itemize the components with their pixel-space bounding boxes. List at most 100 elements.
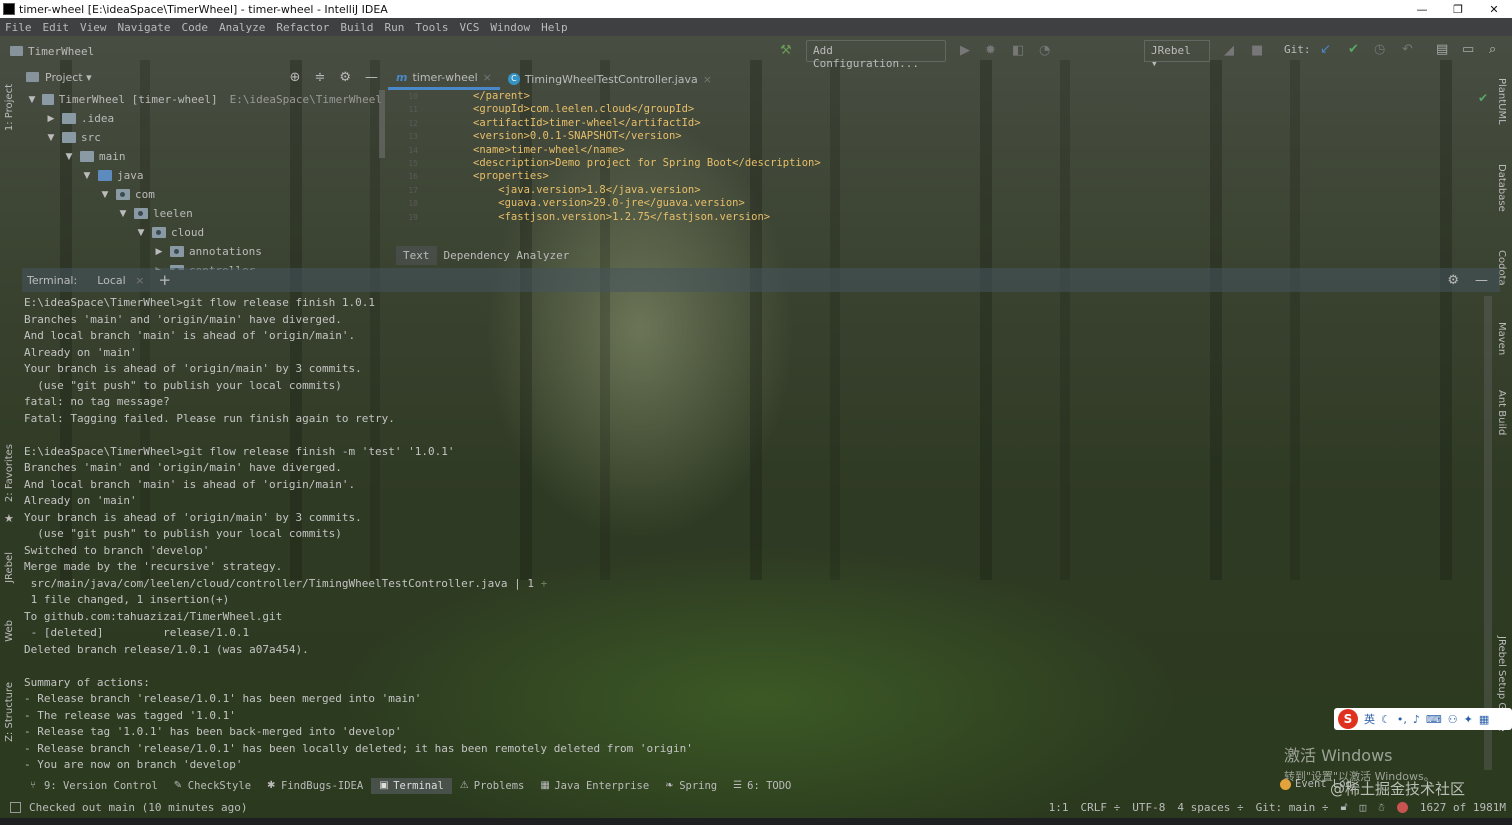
minimize-button[interactable]: —: [1404, 3, 1440, 16]
toolwindow-9-version-control[interactable]: ⑂ 9: Version Control: [22, 778, 166, 794]
inspector-icon[interactable]: ☃: [1378, 801, 1385, 814]
tab-timingwheel-controller[interactable]: C TimingWheelTestController.java ×: [500, 68, 720, 90]
event-log-button[interactable]: Event Log: [1280, 778, 1352, 790]
right-tool-ant-build[interactable]: Ant Build: [1496, 390, 1507, 435]
grid-menu-icon[interactable]: ▦: [1479, 713, 1489, 726]
left-tool-project[interactable]: 1: Project: [4, 84, 15, 131]
tree-item[interactable]: ▼ leelen: [22, 204, 382, 223]
jrebel-run-icon[interactable]: ◢: [1224, 43, 1234, 58]
toolwindow-java-enterprise[interactable]: ▦ Java Enterprise: [532, 778, 657, 794]
toolwindow-terminal[interactable]: ▣ Terminal: [371, 778, 452, 794]
code-line[interactable]: 10 </parent>: [390, 90, 1490, 103]
project-view-dropdown[interactable]: Project ▾: [45, 71, 92, 84]
expanded-arrow-icon[interactable]: ▼: [98, 190, 112, 200]
add-configuration-button[interactable]: Add Configuration...: [806, 40, 946, 70]
file-encoding[interactable]: UTF-8: [1132, 801, 1165, 814]
tree-item[interactable]: ▼ java: [22, 166, 382, 185]
git-commit-icon[interactable]: ✔: [1348, 42, 1359, 57]
code-line[interactable]: 14 <name>timer-wheel</name>: [390, 144, 1490, 157]
indent-setting[interactable]: 4 spaces ÷: [1177, 801, 1243, 814]
menu-vcs[interactable]: VCS: [454, 21, 485, 34]
menu-analyze[interactable]: Analyze: [214, 21, 271, 34]
toolwindow-checkstyle[interactable]: ✎ CheckStyle: [166, 778, 259, 794]
search-everywhere-icon[interactable]: ⌕: [1489, 42, 1496, 57]
collapsed-arrow-icon[interactable]: ▶: [152, 247, 166, 257]
git-update-icon[interactable]: ↙: [1320, 42, 1331, 57]
menu-tools[interactable]: Tools: [410, 21, 454, 34]
breadcrumb-project[interactable]: TimerWheel: [28, 45, 94, 58]
git-history-icon[interactable]: ◷: [1374, 42, 1385, 57]
debug-icon[interactable]: ✹: [985, 43, 996, 58]
code-line[interactable]: 18 <guava.version>29.0-jre</guava.versio…: [390, 197, 1490, 210]
line-separator[interactable]: CRLF ÷: [1081, 801, 1121, 814]
settings-gear-icon[interactable]: ⚙: [339, 70, 351, 85]
memory-indicator[interactable]: 1627 of 1981M: [1420, 801, 1506, 814]
tree-item[interactable]: ▼ com: [22, 185, 382, 204]
terminal-scrollbar[interactable]: [1484, 296, 1492, 770]
error-indicator-icon[interactable]: [1396, 801, 1408, 813]
microphone-icon[interactable]: ♪: [1413, 713, 1420, 726]
locate-file-icon[interactable]: ⊕: [290, 70, 301, 85]
expanded-arrow-icon[interactable]: ▼: [134, 228, 148, 238]
menu-navigate[interactable]: Navigate: [113, 21, 177, 34]
expanded-arrow-icon[interactable]: ▼: [44, 133, 58, 143]
code-line[interactable]: 16 <properties>: [390, 170, 1490, 183]
hide-terminal-icon[interactable]: —: [1475, 273, 1488, 288]
presentation-icon[interactable]: ▭: [1462, 42, 1474, 57]
ime-language[interactable]: 英: [1364, 711, 1375, 727]
profiler-icon[interactable]: ◔: [1039, 43, 1050, 58]
close-tab-icon[interactable]: ×: [703, 73, 712, 86]
menu-view[interactable]: View: [75, 21, 113, 34]
left-tool-jrebel[interactable]: JRebel: [4, 552, 15, 583]
menu-build[interactable]: Build: [335, 21, 379, 34]
jrebel-dropdown[interactable]: JRebel ▾: [1144, 40, 1210, 70]
code-line[interactable]: 12 <artifactId>timer-wheel</artifactId>: [390, 117, 1490, 130]
tree-item[interactable]: ▶ annotations: [22, 242, 382, 261]
skin-icon[interactable]: ✦: [1464, 713, 1473, 726]
punctuation-icon[interactable]: •,: [1397, 713, 1407, 726]
collapsed-arrow-icon[interactable]: ▶: [44, 114, 58, 124]
tab-timer-wheel[interactable]: m timer-wheel ×: [388, 68, 500, 90]
project-structure-icon[interactable]: ▤: [1436, 42, 1448, 57]
left-tool-favorites[interactable]: 2: Favorites: [4, 444, 15, 502]
left-tool-web[interactable]: Web: [4, 620, 15, 642]
build-hammer-icon[interactable]: ⚒: [780, 43, 792, 58]
tab-dependency-analyzer[interactable]: Dependency Analyzer: [437, 246, 577, 265]
toolwindow-findbugs-idea[interactable]: ✱ FindBugs-IDEA: [259, 778, 371, 794]
hide-panel-icon[interactable]: —: [365, 70, 378, 85]
editor-code-area[interactable]: 10 </parent> 11 <groupId>com.leelen.cloud</…: [390, 90, 1490, 224]
git-branch[interactable]: Git: main ÷: [1256, 801, 1329, 814]
menu-window[interactable]: Window: [485, 21, 536, 34]
caret-position[interactable]: 1:1: [1049, 801, 1069, 814]
close-tab-icon[interactable]: ×: [135, 274, 144, 287]
keyboard-icon[interactable]: ⌨: [1426, 713, 1442, 726]
project-tree-scrollbar[interactable]: [379, 90, 385, 158]
git-rollback-icon[interactable]: ↶: [1402, 42, 1413, 57]
tree-item[interactable]: ▼ TimerWheel [timer-wheel] E:\ideaSpace\Ti…: [22, 90, 382, 109]
tree-item[interactable]: ▼ cloud: [22, 223, 382, 242]
jrebel-status-icon[interactable]: ◫: [1360, 801, 1367, 814]
code-line[interactable]: 19 <fastjson.version>1.2.75</fastjson.ve…: [390, 211, 1490, 224]
terminal-output[interactable]: E:\ideaSpace\TimerWheel>git flow release…: [24, 295, 1464, 774]
left-tool-structure[interactable]: Z: Structure: [4, 682, 15, 742]
expanded-arrow-icon[interactable]: ▼: [116, 209, 130, 219]
code-line[interactable]: 13 <version>0.0.1-SNAPSHOT</version>: [390, 130, 1490, 143]
menu-file[interactable]: File: [0, 21, 38, 34]
code-line[interactable]: 15 <description>Demo project for Spring B…: [390, 157, 1490, 170]
terminal-settings-icon[interactable]: ⚙: [1447, 273, 1459, 288]
maximize-button[interactable]: ❐: [1440, 3, 1476, 16]
tab-text[interactable]: Text: [396, 246, 437, 265]
stop-icon[interactable]: ■: [1251, 43, 1263, 58]
collapse-all-icon[interactable]: ≑: [314, 70, 325, 85]
moon-icon[interactable]: ☾: [1381, 713, 1391, 726]
code-line[interactable]: 11 <groupId>com.leelen.cloud</groupId>: [390, 103, 1490, 116]
right-tool-database[interactable]: Database: [1496, 164, 1507, 212]
lock-icon[interactable]: 🔓︎: [1341, 800, 1348, 814]
menu-help[interactable]: Help: [536, 21, 574, 34]
close-window-button[interactable]: ✕: [1476, 3, 1512, 16]
expanded-arrow-icon[interactable]: ▼: [62, 152, 76, 162]
terminal-tab-local[interactable]: Local ×: [89, 274, 152, 287]
right-tool-maven[interactable]: Maven: [1496, 322, 1507, 355]
coverage-icon[interactable]: ◧: [1012, 43, 1024, 58]
toolwindow-problems[interactable]: ⚠ Problems: [452, 778, 533, 794]
